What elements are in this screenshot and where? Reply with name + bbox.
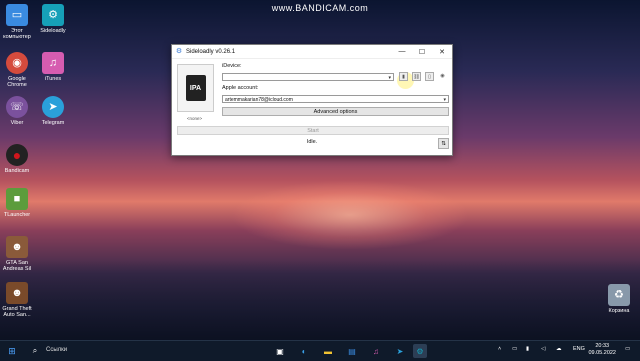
game-icon: ☻ <box>6 282 28 304</box>
game-icon: ☻ <box>6 236 28 258</box>
sideloadly-window: ⚙ Sideloadly v0.26.1 — ☐ ✕ IPA <none> iD… <box>171 44 453 156</box>
link-button[interactable]: ⛓ <box>412 72 421 81</box>
ipa-drop-area[interactable]: IPA <box>177 64 214 112</box>
advanced-options-button[interactable]: Advanced options <box>222 107 449 116</box>
telegram-taskbar-icon[interactable]: ➤ <box>393 344 407 358</box>
desktop-icon-viber[interactable]: ☏ Viber <box>0 96 34 126</box>
edge-icon[interactable]: ◐ <box>297 344 311 358</box>
sort-button[interactable]: ⇅ <box>438 138 449 149</box>
apple-account-value: artemmakarian78@icloud.com <box>225 97 293 103</box>
search-icon[interactable]: ⌕ <box>28 344 42 358</box>
phone-icon: ▯ <box>428 74 431 80</box>
recycle-bin-icon: ♻ <box>608 284 630 306</box>
desktop-icon-label: Корзина <box>608 308 630 314</box>
desktop-icon-label: Telegram <box>41 120 65 126</box>
phone-icon: ☏ <box>6 96 28 118</box>
taskbar: ⊞ ⌕ Ссылки ▣ ◐ ▬ ▤ ♫ ➤ ⚙ ˄ ▭ ▮ ◁ ☁ ENG 2… <box>0 340 640 361</box>
volume-icon[interactable]: ◁ <box>541 346 545 352</box>
desktop-icon-label: Sideloadly <box>40 28 66 34</box>
ipa-label: IPA <box>189 84 202 92</box>
refresh-device-button[interactable]: ▮ <box>399 72 408 81</box>
minimize-icon[interactable]: — <box>392 48 412 55</box>
chrome-icon: ◉ <box>6 52 28 74</box>
chevron-down-icon: ▾ <box>388 75 391 81</box>
apple-account-field[interactable]: artemmakarian78@icloud.com ▾ <box>222 95 449 103</box>
desktop-icon-this-pc[interactable]: ▭ Этот компьютер <box>0 4 34 40</box>
desktop-icon-tlauncher[interactable]: ■ TLauncher <box>0 188 34 218</box>
bandicam-watermark: www.BANDICAM.com <box>271 3 369 13</box>
language-indicator[interactable]: ENG <box>573 346 585 352</box>
device-icon: ▮ <box>402 74 405 80</box>
task-view-icon[interactable]: ▣ <box>273 344 287 358</box>
chevron-down-icon: ▾ <box>443 97 446 103</box>
record-icon: ● <box>6 144 28 166</box>
link-icon: ⛓ <box>413 74 420 80</box>
status-text: Idle. <box>306 139 318 145</box>
window-title: Sideloadly v0.26.1 <box>186 48 236 55</box>
block-icon: ■ <box>6 188 28 210</box>
desktop-icon-label: GTA San Andreas Sil <box>2 260 32 272</box>
sort-arrows-icon: ⇅ <box>441 141 446 147</box>
window-titlebar[interactable]: ⚙ Sideloadly v0.26.1 — ☐ ✕ <box>172 45 452 59</box>
sideloadly-app-icon: ⚙ <box>175 47 183 55</box>
desktop-icon-itunes[interactable]: ♫ iTunes <box>36 52 70 82</box>
cloud-icon[interactable]: ☁ <box>556 346 562 352</box>
desktop-icon-gta-sa-1[interactable]: ☻ GTA San Andreas Sil <box>0 236 34 272</box>
battery-icon[interactable]: ▮ <box>526 346 529 352</box>
desktop-icon-chrome[interactable]: ◉ Google Chrome <box>0 52 34 88</box>
desktop-icon-sideloadly[interactable]: ⚙ Sideloadly <box>36 4 70 34</box>
desktop-icon-label: Этот компьютер <box>3 28 31 40</box>
ipa-hint: <none> <box>186 116 203 121</box>
eye-icon: ◉ <box>440 73 445 79</box>
device-label: iDevice: <box>222 63 242 69</box>
computer-icon: ▭ <box>6 4 28 26</box>
start-button[interactable]: Start <box>177 126 449 135</box>
desktop-icon-label: Google Chrome <box>7 76 27 88</box>
gear-icon: ⚙ <box>42 4 64 26</box>
sideloadly-taskbar-icon[interactable]: ⚙ <box>413 344 427 358</box>
notifications-icon[interactable]: ▭ <box>625 346 630 352</box>
desktop-icon-label: iTunes <box>44 76 62 82</box>
itunes-taskbar-icon[interactable]: ♫ <box>369 344 383 358</box>
wallpaper-sun-glow <box>230 180 470 250</box>
wallpaper-sea <box>0 260 640 340</box>
close-icon[interactable]: ✕ <box>432 48 452 56</box>
desktop-icon-bandicam[interactable]: ● Bandicam <box>0 144 34 174</box>
clock[interactable]: 20:33 09.05.2022 <box>588 343 616 357</box>
maximize-icon[interactable]: ☐ <box>412 48 432 56</box>
device-select[interactable]: ▾ <box>222 73 394 81</box>
desktop-icon-label: Grand Theft Auto San... <box>2 306 32 318</box>
store-icon[interactable]: ▤ <box>345 344 359 358</box>
tray-chevron-icon[interactable]: ˄ <box>498 346 501 352</box>
desktop-icon-label: Viber <box>10 120 24 126</box>
desktop-icon-label: Bandicam <box>4 168 30 174</box>
windows-start-icon[interactable]: ⊞ <box>5 344 19 358</box>
desktop-icon-telegram[interactable]: ➤ Telegram <box>36 96 70 126</box>
paper-plane-icon: ➤ <box>42 96 64 118</box>
desktop-icon-label: TLauncher <box>3 212 31 218</box>
taskbar-search-input[interactable]: Ссылки <box>46 347 67 353</box>
desktop-icon-recycle-bin[interactable]: ♻ Корзина <box>602 284 636 314</box>
phone-button[interactable]: ▯ <box>425 72 434 81</box>
apple-account-label: Apple account: <box>222 85 259 91</box>
clock-time: 20:33 <box>595 343 610 349</box>
music-note-icon: ♫ <box>42 52 64 74</box>
file-explorer-icon[interactable]: ▬ <box>321 344 335 358</box>
desktop-icon-gta-sa-2[interactable]: ☻ Grand Theft Auto San... <box>0 282 34 318</box>
clock-date: 09.05.2022 <box>588 350 616 356</box>
network-icon[interactable]: ▭ <box>512 346 517 352</box>
ipa-file-icon: IPA <box>185 75 206 101</box>
visibility-button[interactable]: ◉ <box>438 72 447 81</box>
